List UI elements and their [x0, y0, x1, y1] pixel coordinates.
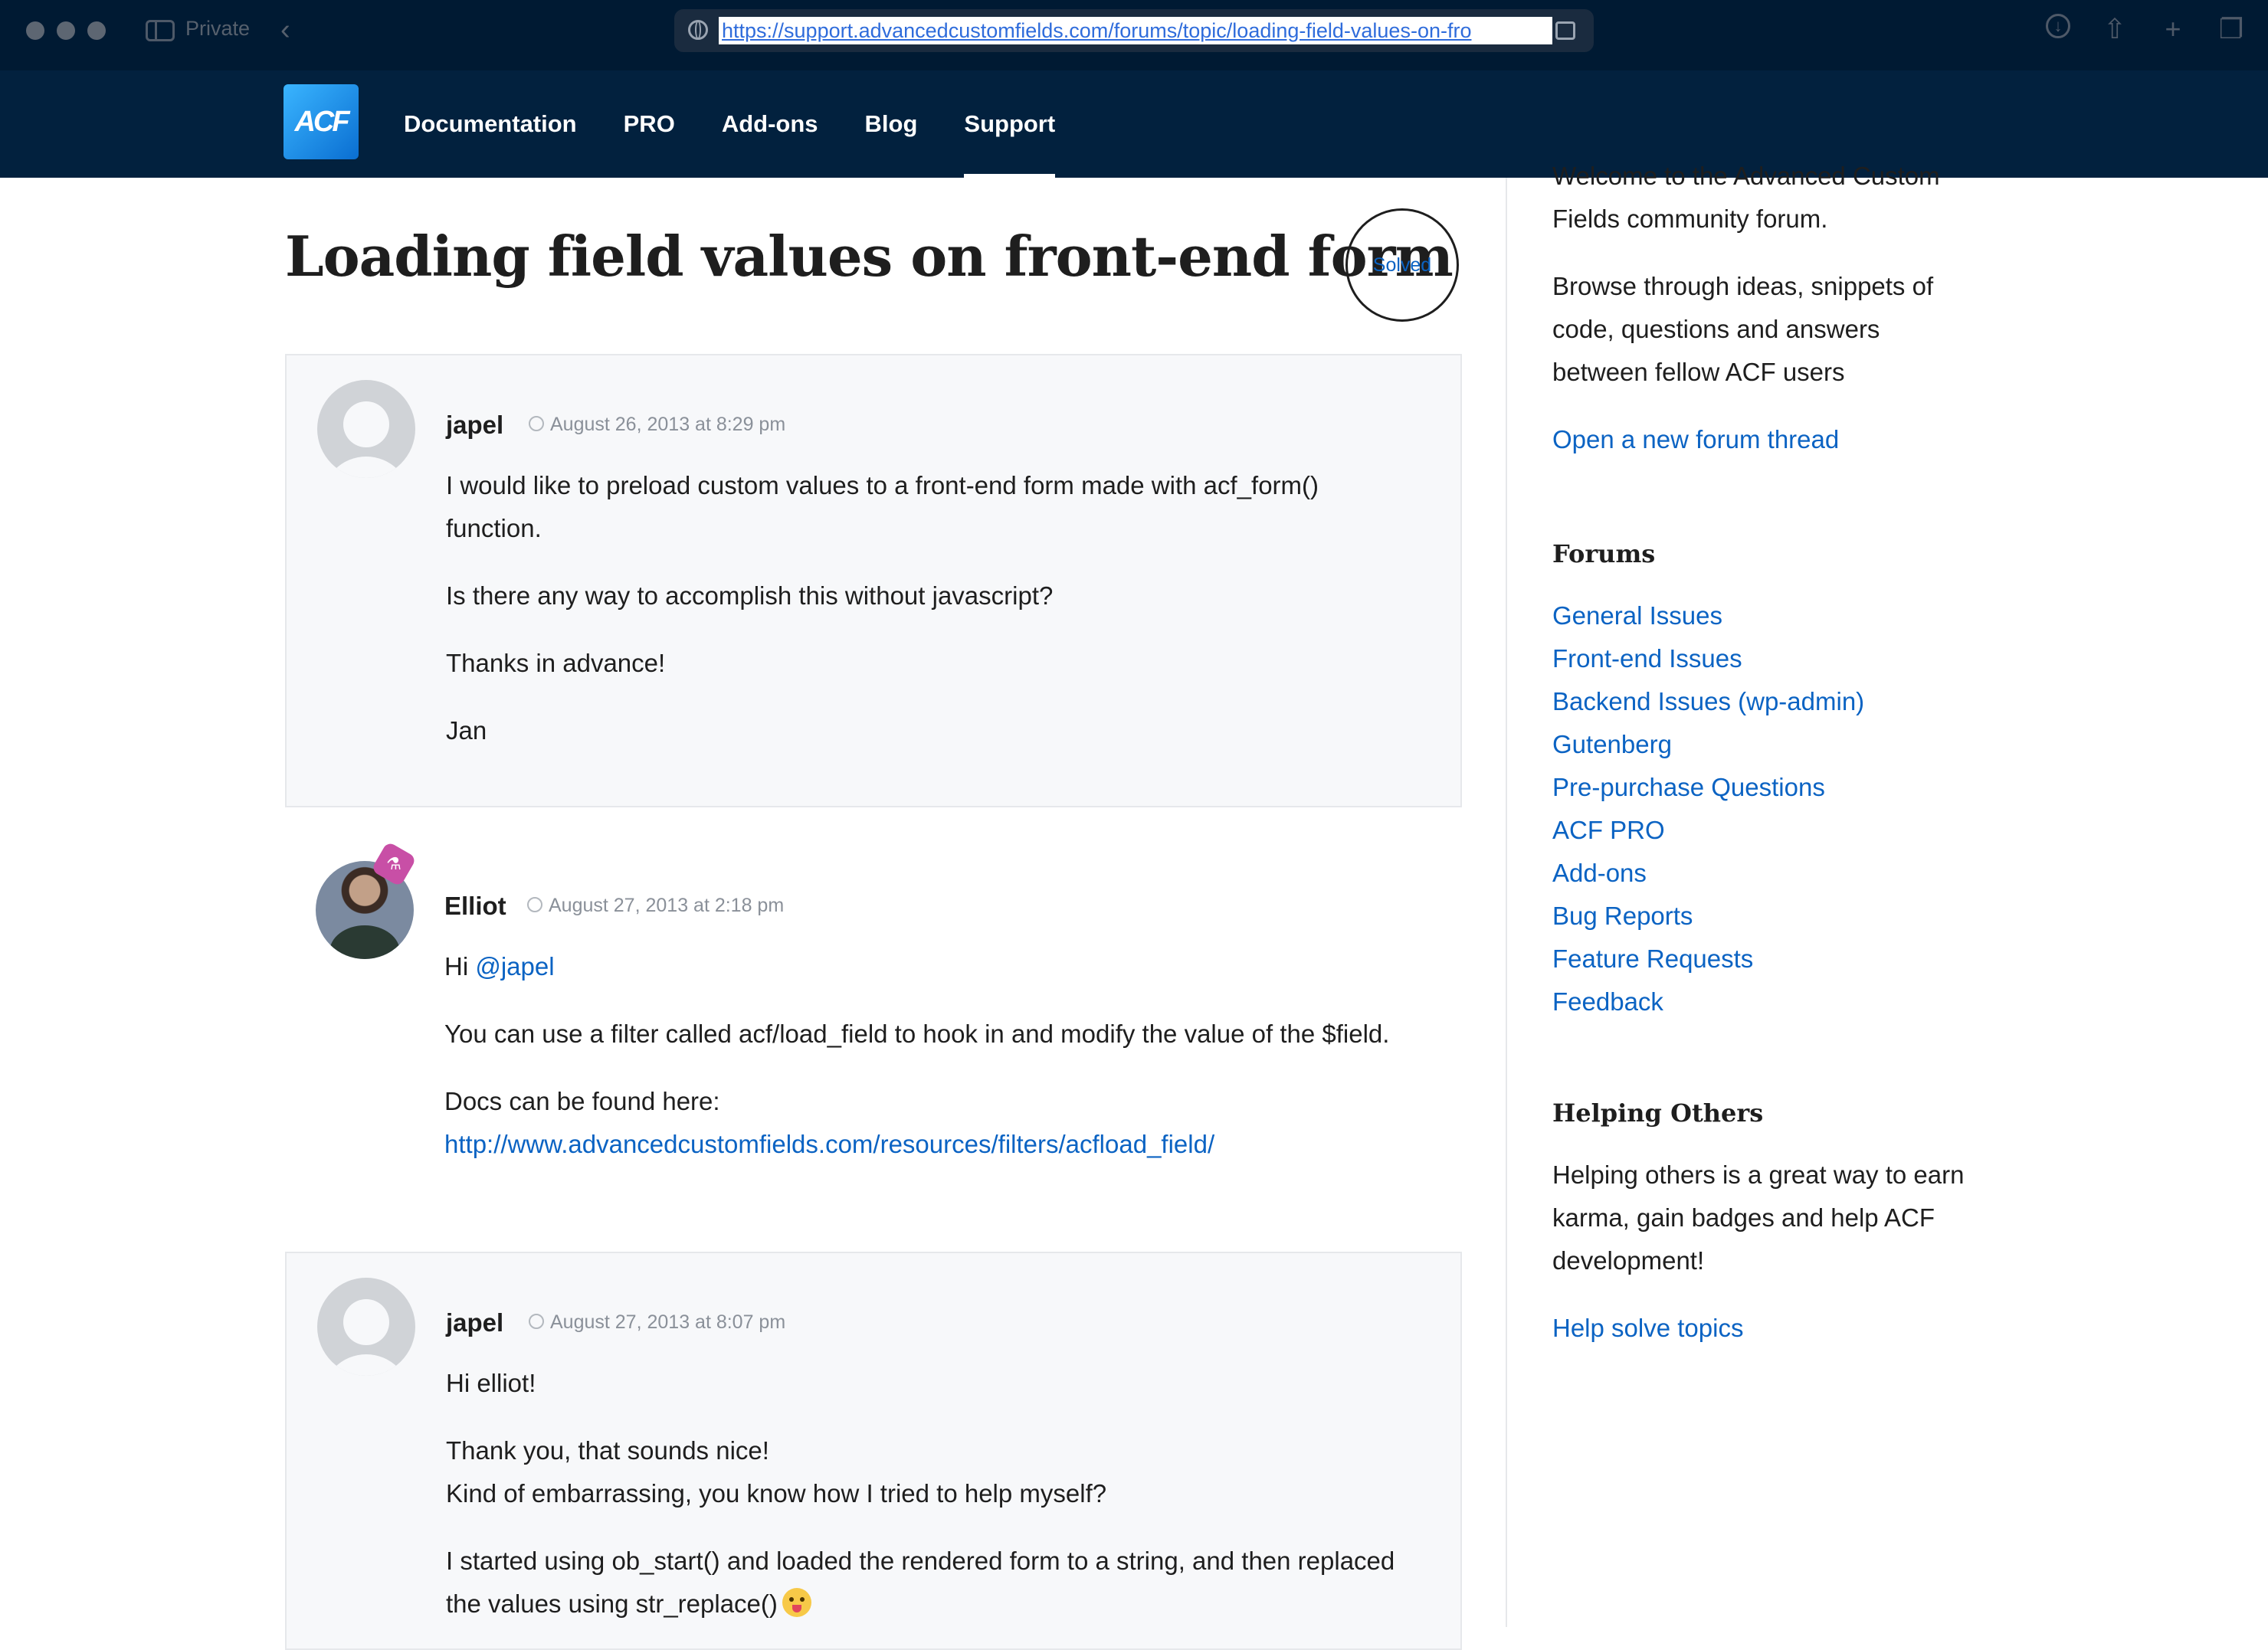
post-body: Hi elliot! Thank you, that sounds nice! … [446, 1362, 1442, 1625]
post-paragraph: Jan [446, 716, 487, 745]
download-icon[interactable]: ↓ [2046, 14, 2070, 38]
post-paragraph: Thank you, that sounds nice! [446, 1436, 769, 1465]
private-label: Private [185, 17, 251, 40]
post-paragraph: Is there any way to accomplish this with… [446, 581, 1054, 610]
nav-support[interactable]: Support [964, 70, 1055, 178]
post-text: the values using str_replace() [446, 1589, 778, 1618]
tab-overview-icon[interactable]: ❐ [2217, 14, 2245, 44]
helping-text: karma, gain badges and help ACF [1552, 1203, 1935, 1232]
forum-link-backend-issues[interactable]: Backend Issues (wp-admin) [1552, 680, 1864, 723]
post-paragraph: http://www.advancedcustomfields.com/reso… [444, 1123, 1440, 1166]
new-thread-link[interactable]: Open a new forum thread [1552, 418, 1839, 461]
forum-link-feature-requests[interactable]: Feature Requests [1552, 938, 1753, 981]
forum-post: japel August 27, 2013 at 8:07 pm Hi elli… [285, 1252, 1462, 1650]
browse-text: Browse through ideas, snippets of [1552, 272, 1934, 300]
help-solve-link[interactable]: Help solve topics [1552, 1307, 1743, 1350]
toolbar-actions: ↓ ⇧ + ❐ [2046, 14, 2245, 44]
tongue-emoji-icon [782, 1588, 811, 1618]
sidebar-toggle-icon[interactable] [146, 20, 175, 41]
post-paragraph: Hi elliot! [446, 1369, 536, 1397]
post-paragraph: You can use a filter called acf/load_fie… [444, 1020, 1390, 1048]
flask-badge-icon: ⚗ [370, 840, 418, 888]
post-paragraph: Kind of embarrassing, you know how I tri… [446, 1479, 1107, 1508]
new-tab-icon[interactable]: + [2159, 14, 2187, 44]
browse-text: between fellow ACF users [1552, 358, 1845, 386]
reader-icon[interactable] [1555, 21, 1575, 40]
post-paragraph: Docs can be found here: [444, 1087, 720, 1115]
post-author[interactable]: japel [446, 1308, 503, 1337]
minimize-window-button[interactable] [57, 21, 75, 40]
acf-logo[interactable]: ACF [284, 84, 359, 159]
page-title: Loading field values on front-end form [285, 224, 1454, 289]
forum-link-front-end-issues[interactable]: Front-end Issues [1552, 637, 1742, 680]
forum-post: japel August 26, 2013 at 8:29 pm I would… [285, 354, 1462, 807]
post-paragraph: I would like to preload custom values to… [446, 471, 1319, 499]
helping-heading: Helping Others [1552, 1098, 1764, 1128]
post-date: August 27, 2013 at 2:18 pm [527, 895, 784, 917]
forum-link-bug-reports[interactable]: Bug Reports [1552, 895, 1693, 938]
helping-text: Helping others is a great way to earn [1552, 1161, 1965, 1189]
post-date-text: August 27, 2013 at 8:07 pm [550, 1311, 786, 1333]
avatar[interactable] [317, 380, 415, 478]
forum-link-general-issues[interactable]: General Issues [1552, 594, 1722, 637]
forum-link-feedback[interactable]: Feedback [1552, 981, 1663, 1023]
main-nav: Documentation PRO Add-ons Blog Support [404, 70, 1102, 178]
clock-icon [529, 416, 544, 432]
clock-icon [527, 897, 542, 913]
nav-add-ons[interactable]: Add-ons [722, 70, 818, 178]
post-paragraph: I started using ob_start() and loaded th… [446, 1547, 1395, 1575]
address-bar[interactable]: https://support.advancedcustomfields.com… [674, 9, 1594, 52]
status-badge: Solved [1345, 208, 1459, 322]
nav-pro[interactable]: PRO [624, 70, 675, 178]
post-date-text: August 27, 2013 at 2:18 pm [549, 895, 785, 916]
mention-link[interactable]: @japel [475, 952, 554, 981]
close-window-button[interactable] [26, 21, 44, 40]
welcome-text: Fields community forum. [1552, 205, 1828, 233]
post-paragraph: function. [446, 514, 542, 542]
helping-text: development! [1552, 1246, 1705, 1275]
post-paragraph: Hi @japel [444, 945, 1440, 988]
back-chevron-icon[interactable]: ‹ [280, 15, 290, 44]
forum-link-add-ons[interactable]: Add-ons [1552, 852, 1647, 895]
globe-icon [688, 20, 708, 40]
welcome-text: Welcome to the Advanced Custom [1552, 162, 1940, 190]
forum-link-gutenberg[interactable]: Gutenberg [1552, 723, 1672, 766]
docs-link[interactable]: http://www.advancedcustomfields.com/reso… [444, 1130, 1214, 1158]
post-author[interactable]: Elliot [444, 892, 506, 921]
avatar[interactable] [317, 1278, 415, 1376]
clock-icon [529, 1314, 544, 1330]
browse-text: code, questions and answers [1552, 315, 1880, 343]
post-paragraph: Thanks in advance! [446, 649, 666, 677]
greeting-text: Hi [444, 952, 476, 981]
zoom-window-button[interactable] [87, 21, 106, 40]
forum-link-acf-pro[interactable]: ACF PRO [1552, 809, 1665, 852]
forum-link-pre-purchase[interactable]: Pre-purchase Questions [1552, 766, 1825, 809]
url-field[interactable]: https://support.advancedcustomfields.com… [719, 17, 1552, 44]
post-body: I would like to preload custom values to… [446, 464, 1442, 752]
post-date: August 26, 2013 at 8:29 pm [529, 414, 785, 436]
post-body: Hi @japel You can use a filter called ac… [444, 945, 1440, 1166]
nav-documentation[interactable]: Documentation [404, 70, 577, 178]
post-date: August 27, 2013 at 8:07 pm [529, 1311, 785, 1334]
browser-toolbar: Private ‹ https://support.advancedcustom… [0, 0, 2268, 70]
post-author[interactable]: japel [446, 411, 503, 440]
share-icon[interactable]: ⇧ [2101, 14, 2129, 44]
nav-blog[interactable]: Blog [865, 70, 918, 178]
post-date-text: August 26, 2013 at 8:29 pm [550, 414, 786, 435]
post-paragraph: the values using str_replace() [446, 1583, 1442, 1625]
forums-heading: Forums [1552, 539, 1656, 568]
window-controls [26, 21, 106, 40]
sidebar-divider [1506, 178, 1507, 1627]
